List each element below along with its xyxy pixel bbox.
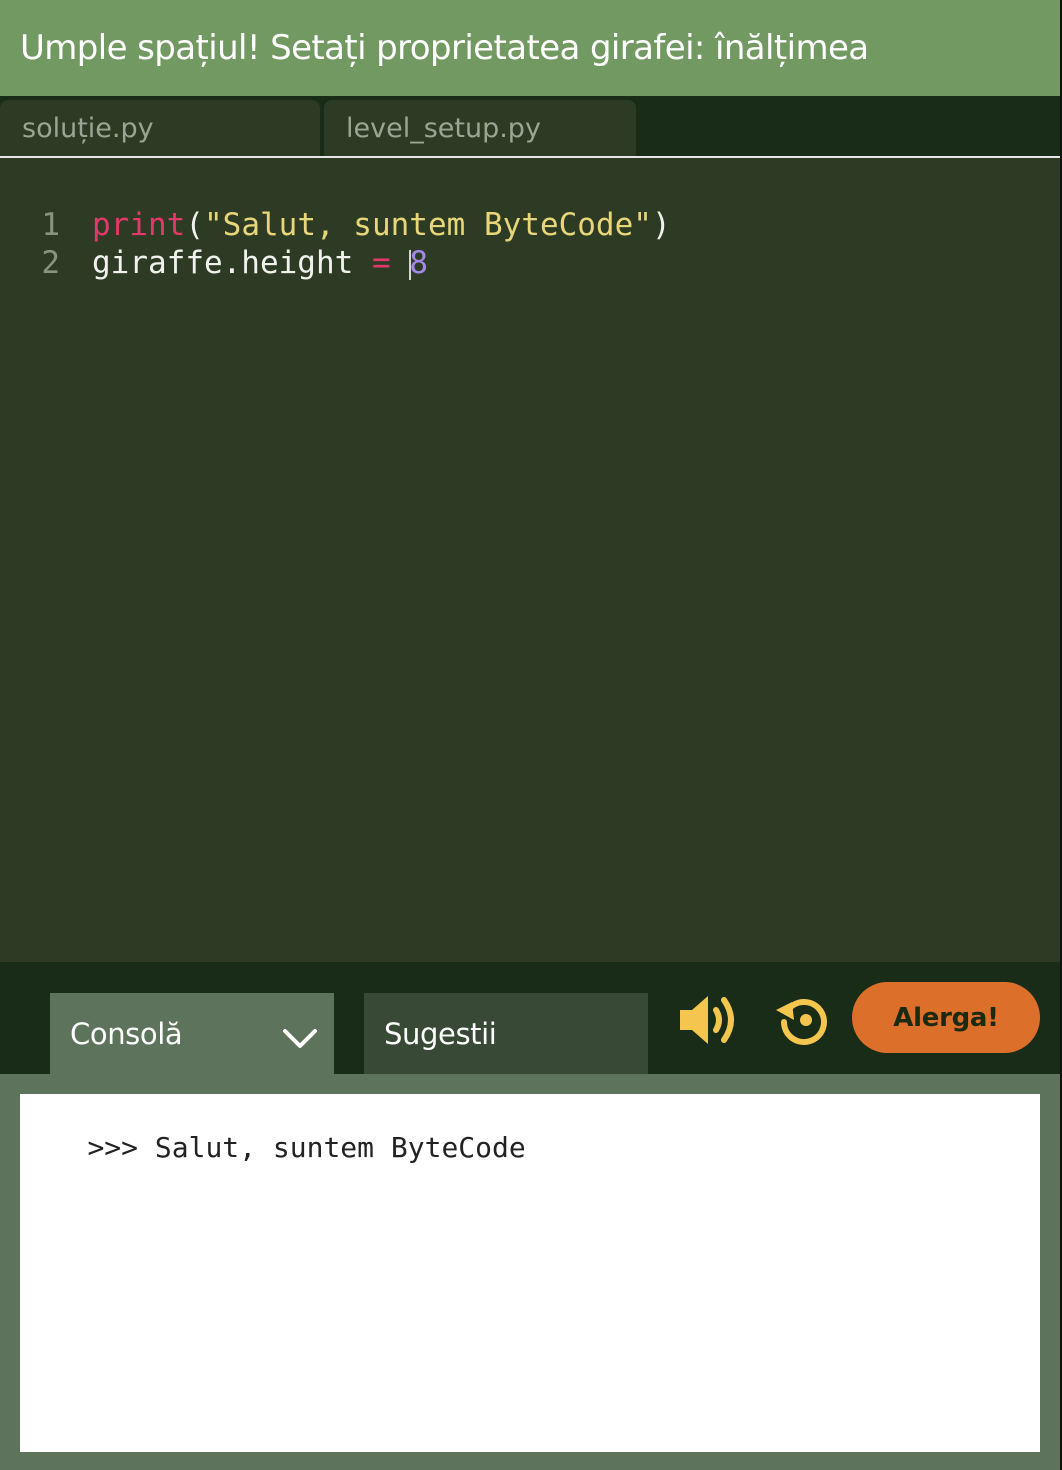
- line-code: print("Salut, suntem ByteCode"): [92, 207, 671, 243]
- tab-level-setup-file[interactable]: level_setup.py: [324, 100, 636, 156]
- tab-console[interactable]: Consolă: [50, 993, 334, 1074]
- console-panel: >>> Salut, suntem ByteCode: [0, 1074, 1060, 1470]
- code-token-number: 8: [409, 245, 428, 281]
- tab-solution-file[interactable]: soluție.py: [0, 100, 320, 156]
- code-token-paren: (: [185, 207, 204, 243]
- code-token-function: print: [92, 207, 186, 243]
- line-number: 2: [41, 245, 60, 281]
- code-token-identifier: giraffe.height: [92, 245, 372, 281]
- line-number: 1: [41, 207, 60, 243]
- tab-hints[interactable]: Sugestii: [364, 993, 648, 1074]
- run-button-label: Alerga!: [893, 1002, 999, 1033]
- tab-console-label: Consolă: [70, 1016, 183, 1051]
- reset-icon[interactable]: [772, 988, 836, 1052]
- chevron-down-icon[interactable]: [282, 1023, 318, 1051]
- tab-hints-label: Sugestii: [384, 1016, 497, 1051]
- code-editor[interactable]: 1 print("Salut, suntem ByteCode") 2 gira…: [0, 158, 1060, 962]
- console-output[interactable]: >>> Salut, suntem ByteCode: [20, 1094, 1040, 1452]
- console-output-text: >>> Salut, suntem ByteCode: [87, 1131, 526, 1164]
- speaker-icon[interactable]: [676, 988, 740, 1052]
- code-token-paren: ): [651, 207, 671, 243]
- code-line: 1 print("Salut, suntem ByteCode"): [0, 206, 671, 244]
- level-title-bar: Umple spațiul! Setați proprietatea giraf…: [0, 0, 1060, 96]
- file-tab-bar: soluție.py level_setup.py: [0, 96, 1060, 158]
- tab-level-setup-file-label: level_setup.py: [346, 112, 541, 144]
- code-token-operator: =: [371, 245, 391, 281]
- tab-solution-file-label: soluție.py: [22, 112, 154, 144]
- code-line: 2 giraffe.height = 8: [0, 244, 428, 282]
- line-code: giraffe.height = 8: [92, 245, 428, 281]
- control-bar: Consolă Sugestii Alerga!: [0, 962, 1060, 1074]
- level-title: Umple spațiul! Setați proprietatea giraf…: [20, 28, 869, 68]
- code-token-string: "Salut, suntem ByteCode": [204, 207, 652, 243]
- run-button[interactable]: Alerga!: [852, 982, 1040, 1053]
